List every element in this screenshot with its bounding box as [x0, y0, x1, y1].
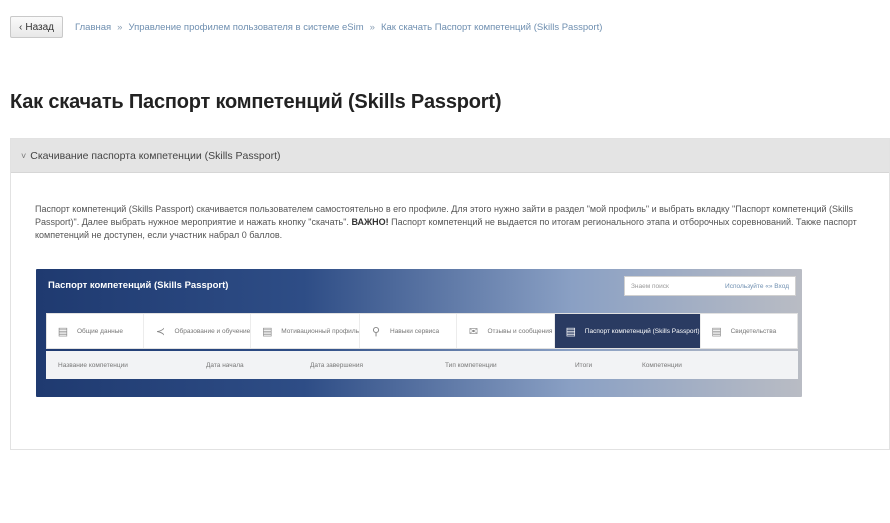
document-icon: ▤ — [711, 325, 722, 338]
back-arrow-icon: ‹ — [19, 21, 23, 33]
document-icon: ▤ — [57, 325, 69, 338]
document-icon: ▤ — [565, 325, 577, 338]
screenshot-tabs: ▤ Общие данные ≺ Образование и обучение … — [46, 313, 798, 349]
breadcrumb-profile-management[interactable]: Управление профилем пользователя в систе… — [128, 22, 363, 33]
column-header: Тип компетенции — [445, 361, 497, 369]
screenshot-tab-label: Общие данные — [77, 327, 124, 335]
top-navigation: ‹ Назад Главная » Управление профилем по… — [10, 16, 602, 38]
mail-icon: ✉ — [468, 325, 479, 338]
screenshot-tab-label: Образование и обучение — [174, 327, 251, 335]
screenshot-tab-label: Навыки сервиса — [390, 327, 440, 335]
screenshot-tab: ▤ Мотивационный профиль — [251, 314, 360, 348]
section-header[interactable]: ˅ Скачивание паспорта компетенции (Skill… — [11, 139, 889, 173]
screenshot-tab: ⚲ Навыки сервиса — [360, 314, 458, 348]
document-icon: ▤ — [262, 325, 273, 338]
screenshot-tab-label: Свидетельства — [730, 327, 777, 335]
screenshot-title: Паспорт компетенций (Skills Passport) — [48, 280, 229, 291]
section-description: Паспорт компетенций (Skills Passport) ск… — [35, 203, 865, 242]
column-header: Компетенции — [642, 361, 682, 369]
section-panel: ˅ Скачивание паспорта компетенции (Skill… — [10, 138, 890, 450]
breadcrumb-separator: » — [117, 21, 123, 33]
screenshot-tab-label: Мотивационный профиль — [281, 327, 359, 335]
breadcrumb-current-page[interactable]: Как скачать Паспорт компетенций (Skills … — [381, 22, 602, 33]
screenshot-search-box: Знаем поиск Используйте «» Вход — [624, 276, 796, 296]
back-button[interactable]: ‹ Назад — [10, 16, 63, 38]
search-icon: ⚲ — [371, 325, 381, 338]
page-title: Как скачать Паспорт компетенций (Skills … — [10, 91, 502, 113]
screenshot-tab: ✉ Отзывы и сообщения — [457, 314, 555, 348]
screenshot-tab-label: Паспорт компетенций (Skills Passport) — [584, 327, 700, 335]
share-icon: ≺ — [155, 325, 166, 338]
screenshot-table-header: Название компетенции Дата начала Дата за… — [46, 351, 798, 379]
section-title: Скачивание паспорта компетенции (Skills … — [30, 149, 281, 162]
screenshot-tab: ≺ Образование и обучение — [144, 314, 252, 348]
screenshot-tab: ▤ Общие данные — [47, 314, 145, 348]
important-label: ВАЖНО! — [351, 217, 389, 227]
breadcrumb: Главная » Управление профилем пользовате… — [75, 22, 602, 33]
back-button-label: Назад — [25, 21, 54, 33]
breadcrumb-separator: » — [369, 21, 375, 33]
column-header: Дата начала — [206, 361, 244, 369]
column-header: Название компетенции — [58, 361, 128, 369]
chevron-down-icon: ˅ — [21, 150, 27, 161]
embedded-screenshot: Паспорт компетенций (Skills Passport) Зн… — [36, 269, 802, 397]
column-header: Итоги — [575, 361, 593, 369]
screenshot-tab-active: ▤ Паспорт компетенций (Skills Passport) — [554, 314, 701, 348]
column-header: Дата завершения — [310, 361, 363, 369]
screenshot-search-hint: Используйте «» Вход — [725, 282, 789, 290]
screenshot-tab-label: Отзывы и сообщения — [487, 327, 553, 335]
screenshot-tab: ▤ Свидетельства — [701, 314, 797, 348]
screenshot-search-placeholder: Знаем поиск — [631, 282, 669, 290]
breadcrumb-home[interactable]: Главная — [75, 22, 111, 33]
